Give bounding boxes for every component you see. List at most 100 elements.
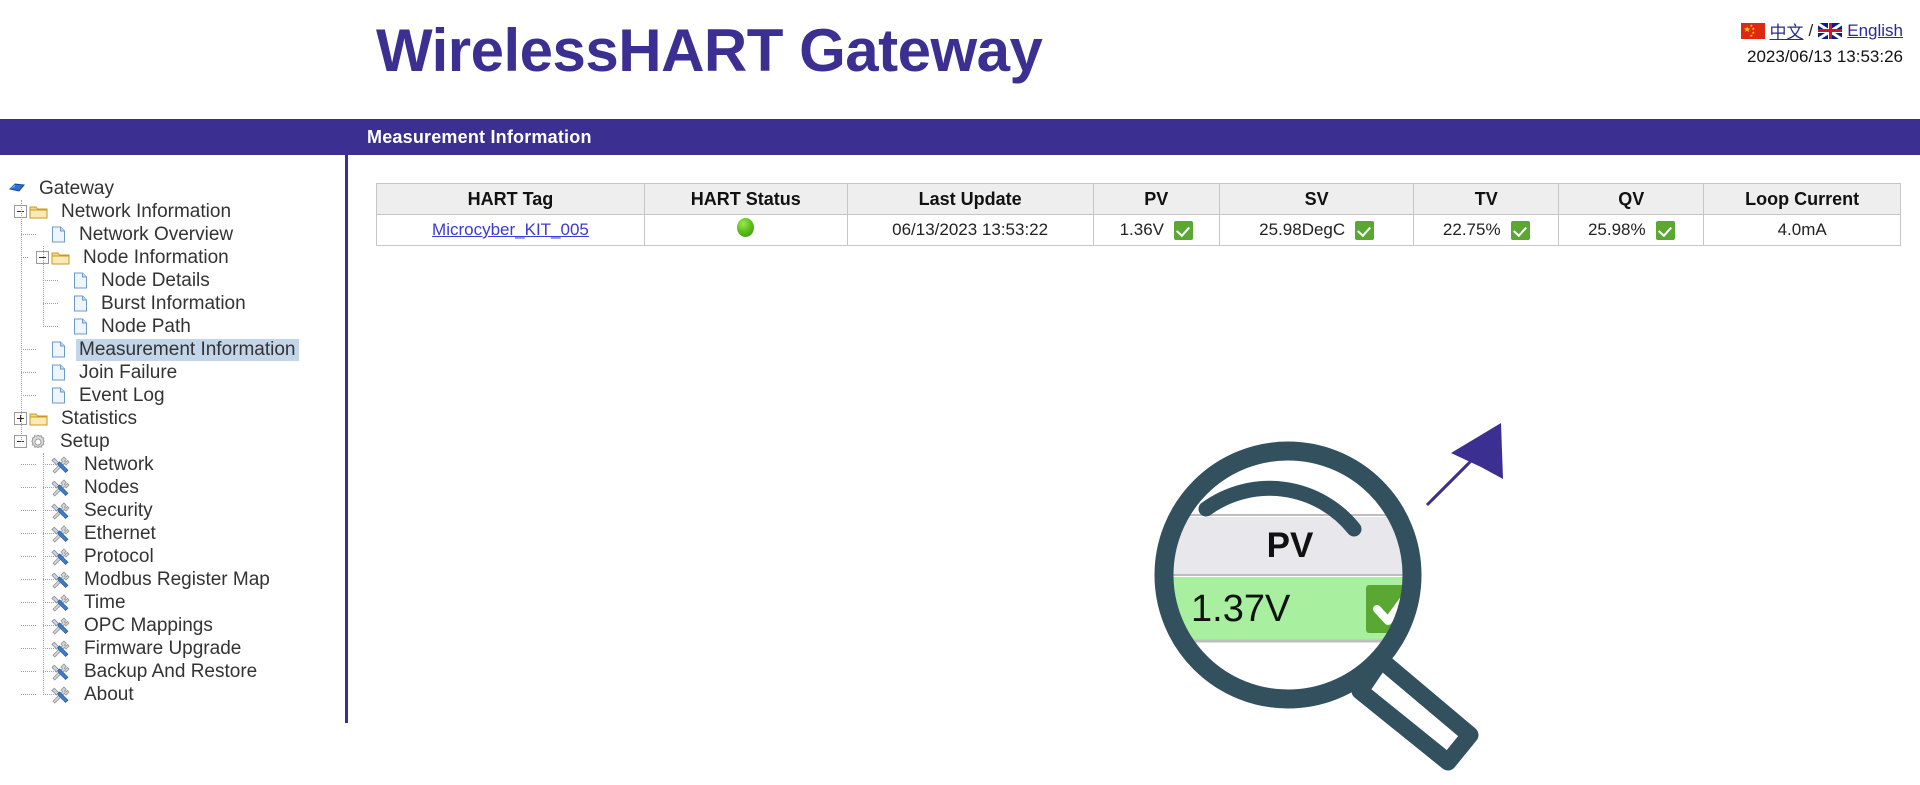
column-header-pv: PV — [1092, 183, 1221, 215]
language-separator: / — [1808, 20, 1814, 40]
sidebar-item-label: Nodes — [84, 476, 139, 498]
tree-guide-line — [43, 453, 44, 695]
sidebar-item-label: Node Information — [83, 246, 229, 268]
sidebar-item-measurement-information[interactable]: Measurement Information — [0, 338, 345, 361]
page-icon — [51, 364, 71, 381]
cell-hart-tag: Microcyber_KIT_005 — [376, 214, 645, 246]
page-title: WirelessHART Gateway — [376, 17, 1043, 84]
sidebar-item-setup[interactable]: Setup — [0, 430, 345, 453]
tree-guide-line — [21, 510, 36, 511]
sidebar-item-join-failure[interactable]: Join Failure — [0, 361, 345, 384]
tree-guide-line — [21, 234, 36, 235]
tree-guide-line — [21, 533, 36, 534]
sidebar-item-label: Gateway — [39, 177, 114, 199]
tree-guide-line — [43, 648, 58, 649]
main-panel: HART Tag HART Status Last Update PV SV T… — [348, 155, 1920, 771]
cell-hart-status — [643, 214, 848, 246]
language-selector[interactable]: ★ ★ ★ ★ ★ 中文 / English — [1740, 18, 1903, 43]
tree-guide-line — [43, 671, 58, 672]
tree-guide-line — [21, 579, 36, 580]
section-band — [0, 119, 1920, 155]
cell-last-update: 06/13/2023 13:53:22 — [846, 214, 1094, 246]
folder-icon — [29, 411, 53, 427]
sidebar-item-label: Time — [84, 591, 126, 613]
page-icon — [73, 272, 93, 289]
tree-guide-line — [43, 533, 58, 534]
sidebar-item-label: Node Details — [101, 269, 210, 291]
sidebar-item-network-information[interactable]: Network Information — [0, 200, 345, 223]
tree-guide-line — [43, 246, 44, 327]
navigation-tree[interactable]: Gateway Network Information Network Over… — [0, 155, 345, 723]
sidebar-item-event-log[interactable]: Event Log — [0, 384, 345, 407]
sidebar-item-label: Measurement Information — [76, 338, 299, 361]
sidebar-item-label: Join Failure — [79, 361, 178, 383]
language-link-chinese[interactable]: 中文 — [1770, 18, 1804, 43]
check-ok-icon — [1174, 220, 1193, 240]
page-header: WirelessHART Gateway ★ ★ ★ ★ ★ 中文 / Engl… — [0, 0, 1920, 119]
sidebar-item-label: Network — [84, 453, 154, 475]
tree-guide-line — [21, 694, 36, 695]
page-icon — [51, 226, 71, 243]
column-header-hart-status: HART Status — [643, 183, 848, 215]
cell-pv: 1.36V — [1092, 214, 1221, 246]
pv-value: 1.36V — [1119, 220, 1164, 239]
tree-guide-line — [21, 372, 36, 373]
sidebar-item-label: Modbus Register Map — [84, 568, 270, 590]
sidebar-item-statistics[interactable]: Statistics — [0, 407, 345, 430]
page-icon — [73, 295, 93, 312]
check-ok-icon — [1510, 220, 1530, 240]
tree-guide-line — [43, 487, 58, 488]
tree-guide-line — [43, 602, 58, 603]
check-ok-icon — [1355, 220, 1375, 240]
status-indicator-icon — [737, 218, 755, 237]
china-flag-icon: ★ ★ ★ ★ ★ — [1740, 22, 1765, 39]
page-icon — [51, 387, 71, 404]
folder-icon — [29, 204, 53, 220]
tree-guide-line — [21, 487, 36, 488]
cell-sv: 25.98DegC — [1219, 214, 1415, 246]
column-header-qv: QV — [1558, 183, 1705, 215]
sidebar-item-label: Network Overview — [79, 223, 234, 245]
uk-flag-icon — [1818, 22, 1843, 39]
system-datetime: 2023/06/13 13:53:26 — [1747, 47, 1903, 66]
gateway-gem-icon — [8, 180, 31, 198]
table-row: Microcyber_KIT_005 06/13/2023 13:53:22 1… — [376, 214, 1901, 246]
sidebar-item-label: Backup And Restore — [84, 660, 258, 682]
sidebar-item-label: Burst Information — [101, 292, 246, 314]
tree-guide-line — [21, 556, 36, 557]
hart-tag-link[interactable]: Microcyber_KIT_005 — [432, 220, 589, 239]
check-ok-icon — [1655, 220, 1675, 240]
column-header-sv: SV — [1219, 183, 1415, 215]
sidebar-item-label: Event Log — [79, 384, 165, 406]
magnifier-handle — [1351, 651, 1479, 771]
language-link-english[interactable]: English — [1847, 21, 1903, 41]
folder-icon — [51, 250, 75, 266]
tree-guide-line — [21, 671, 36, 672]
sidebar-item-node-information[interactable]: Node Information — [0, 246, 345, 269]
qv-value: 25.98% — [1587, 220, 1646, 239]
tree-guide-line — [43, 280, 58, 281]
sidebar-item-label: Security — [84, 499, 153, 521]
tree-guide-line — [43, 464, 58, 465]
page-icon — [73, 318, 93, 335]
sidebar-item-label: Setup — [60, 430, 110, 452]
sidebar-item-label: About — [84, 683, 134, 705]
arrow-annotation-icon — [1425, 423, 1503, 507]
tree-guide-line — [21, 625, 36, 626]
tv-value: 22.75% — [1442, 220, 1501, 239]
sidebar-item-label: Ethernet — [84, 522, 156, 544]
column-header-tv: TV — [1413, 183, 1560, 215]
cell-tv: 22.75% — [1413, 214, 1560, 246]
tree-guide-line — [21, 395, 36, 396]
page-icon — [51, 341, 71, 358]
tree-guide-line — [43, 579, 58, 580]
sv-value: 25.98DegC — [1259, 220, 1346, 239]
sidebar-item-network-overview[interactable]: Network Overview — [0, 223, 345, 246]
tree-guide-line — [43, 326, 58, 327]
gear-icon — [29, 433, 52, 451]
column-header-loop-current: Loop Current — [1703, 183, 1901, 215]
tree-root-gateway[interactable]: Gateway — [0, 177, 345, 200]
sidebar-item-label: Network Information — [61, 200, 232, 222]
column-header-last-update: Last Update — [846, 183, 1094, 215]
cell-qv: 25.98% — [1558, 214, 1705, 246]
